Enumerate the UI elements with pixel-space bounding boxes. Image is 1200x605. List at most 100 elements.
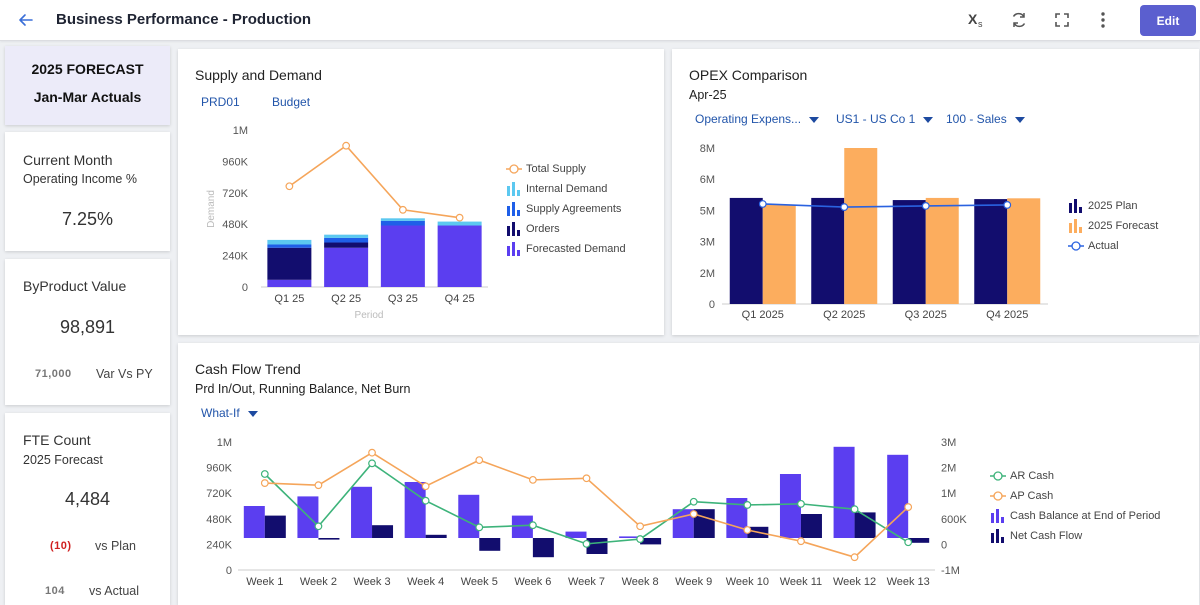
x-tick-label: Q2 25 xyxy=(331,293,361,305)
bar-2025-plan xyxy=(974,199,1008,304)
legend-item-forecasted-demand[interactable]: Forecasted Demand xyxy=(506,239,626,259)
more-vertical-icon[interactable] xyxy=(1092,9,1114,31)
bar-cash-balance-at-end-of-period xyxy=(243,506,265,538)
x-tick-label: Week 4 xyxy=(407,576,444,588)
x-tick-label: Week 9 xyxy=(675,576,712,588)
bar-chart-icon xyxy=(506,182,522,196)
bar-chart-icon xyxy=(990,509,1006,523)
kpi-subtitle: Operating Income % xyxy=(23,172,137,186)
point-ap-cash xyxy=(797,537,805,546)
legend-item-cash-balance-at-end-of-period[interactable]: Cash Balance at End of Period xyxy=(990,506,1160,526)
legend-label: Cash Balance at End of Period xyxy=(1010,510,1161,522)
bar-cash-balance-at-end-of-period xyxy=(351,486,373,538)
y-tick-label: 960K xyxy=(222,156,248,168)
legend-item-total-supply[interactable]: Total Supply xyxy=(506,159,626,179)
bar-2025-forecast xyxy=(762,204,796,304)
legend-item-net-cash-flow[interactable]: Net Cash Flow xyxy=(990,526,1160,546)
y-tick-label-right: 3M xyxy=(941,437,956,449)
opex-card: OPEX Comparison Apr-25 Operating Expens.… xyxy=(672,49,1199,335)
bar-forecasted-demand xyxy=(437,225,482,287)
bar-forecasted-demand xyxy=(380,225,425,287)
legend-item-2025-forecast[interactable]: 2025 Forecast xyxy=(1068,216,1158,236)
point-ar-cash xyxy=(743,501,752,509)
bar-net-cash-flow xyxy=(479,538,501,551)
x-tick-label: Week 8 xyxy=(622,576,659,588)
legend-item-internal-demand[interactable]: Internal Demand xyxy=(506,179,626,199)
bar-supply-agreements xyxy=(380,220,425,226)
fullscreen-icon[interactable] xyxy=(1051,9,1073,31)
legend-label: Actual xyxy=(1088,240,1119,252)
y-tick-label-right: -1M xyxy=(941,565,960,577)
point-ar-cash xyxy=(368,459,376,468)
x-tick-label: Week 13 xyxy=(887,576,930,588)
point-ar-cash xyxy=(475,523,484,532)
point-ar-cash xyxy=(582,539,591,548)
y-tick-label-left: 1M xyxy=(217,437,232,449)
variables-icon[interactable]: Xs xyxy=(965,9,987,31)
legend-label: 2025 Plan xyxy=(1088,200,1138,212)
kpi-value: 98,891 xyxy=(59,317,116,337)
legend-label: AP Cash xyxy=(1010,490,1054,502)
legend-label: AR Cash xyxy=(1010,470,1055,482)
bar-chart-icon xyxy=(990,529,1006,543)
legend-item-actual[interactable]: Actual xyxy=(1068,236,1158,256)
bar-internal-demand xyxy=(437,221,482,226)
point-ar-cash xyxy=(636,535,645,543)
bar-net-cash-flow xyxy=(532,538,554,558)
legend-label: Net Cash Flow xyxy=(1010,530,1083,542)
kpi-title: FTE Count xyxy=(23,432,91,448)
x-tick-label: Week 7 xyxy=(568,576,605,588)
line-marker-icon xyxy=(1068,239,1084,253)
kpi-compare-label: Var Vs PY xyxy=(96,367,153,381)
point-actual xyxy=(758,200,767,208)
bar-chart-icon xyxy=(506,222,522,236)
x-tick-label: Week 3 xyxy=(353,576,390,588)
point-actual xyxy=(921,202,930,210)
top-bar: Business Performance - Production Xs Edi… xyxy=(0,0,1200,41)
forecast-header-card: 2025 FORECAST Jan-Mar Actuals xyxy=(5,46,170,125)
legend-item-ap-cash[interactable]: AP Cash xyxy=(990,486,1160,506)
legend-item-ar-cash[interactable]: AR Cash xyxy=(990,466,1160,486)
bar-2025-forecast xyxy=(844,148,878,304)
y-tick-label-right: 0 xyxy=(941,539,947,551)
bar-net-cash-flow xyxy=(425,534,447,538)
legend-label: 2025 Forecast xyxy=(1088,220,1159,232)
kpi-title: Current Month xyxy=(23,152,113,168)
forecast-header-subtitle: Jan-Mar Actuals xyxy=(33,89,142,105)
bar-2025-plan xyxy=(811,197,845,304)
legend-item-2025-plan[interactable]: 2025 Plan xyxy=(1068,196,1158,216)
x-tick-label: Q1 25 xyxy=(274,293,304,305)
kpi-plan-label: vs Plan xyxy=(95,539,136,553)
refresh-icon[interactable] xyxy=(1008,9,1030,31)
bar-2025-plan xyxy=(729,197,763,304)
point-ap-cash xyxy=(743,526,752,534)
x-tick-label: Week 1 xyxy=(246,576,283,588)
x-tick-label: Week 10 xyxy=(726,576,769,588)
bar-2025-plan xyxy=(892,200,926,304)
line-total-supply xyxy=(288,144,460,219)
supply-demand-card: Supply and Demand PRD01 Budget 0 240K 480K… xyxy=(178,49,664,335)
x-tick-label: Week 6 xyxy=(514,576,551,588)
bar-chart-icon xyxy=(506,202,522,216)
point-ap-cash xyxy=(260,479,269,487)
bar-cash-balance-at-end-of-period xyxy=(458,494,480,538)
bar-net-cash-flow xyxy=(318,538,340,540)
legend-item-supply-agreements[interactable]: Supply Agreements xyxy=(506,199,626,219)
svg-text:s: s xyxy=(978,19,983,29)
legend-item-orders[interactable]: Orders xyxy=(506,219,626,239)
point-ap-cash xyxy=(850,553,859,562)
y-tick-label-right: 600K xyxy=(941,514,967,526)
y-tick-label-left: 240K xyxy=(206,539,232,551)
point-ap-cash xyxy=(314,481,323,490)
point-total-supply xyxy=(342,141,351,150)
x-axis-title: Period xyxy=(355,310,384,321)
kpi-value: 7.25% xyxy=(61,209,114,229)
bar-2025-forecast xyxy=(925,197,959,304)
y-tick-label: 6M xyxy=(700,174,715,186)
opex-chart: 0 2M 3M 5M 6M 8M Q1 2025 Q2 2025 Q3 2025 Q4 2025 xyxy=(700,143,1048,321)
edit-button[interactable]: Edit xyxy=(1140,5,1196,36)
back-arrow-icon[interactable] xyxy=(16,10,36,30)
y-tick-label: 0 xyxy=(709,299,715,311)
bar-chart-icon xyxy=(506,242,522,256)
bar-net-cash-flow xyxy=(372,525,394,538)
